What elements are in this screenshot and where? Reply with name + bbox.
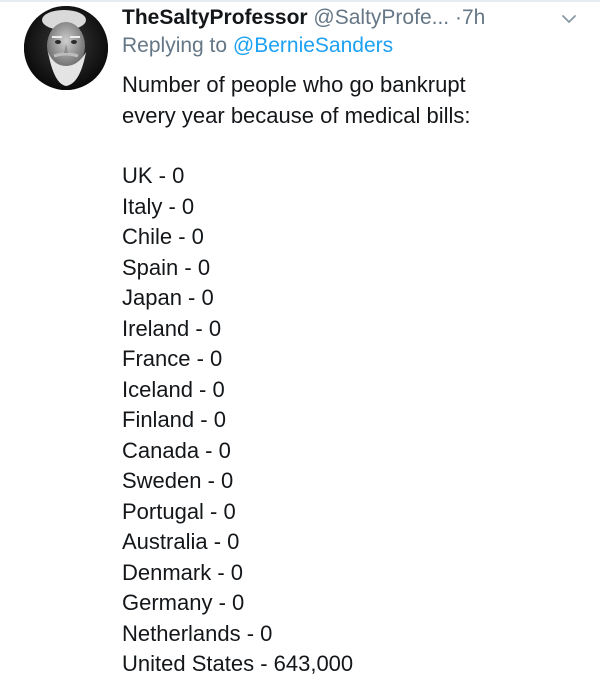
list-item: United States - 643,000 [122,651,354,676]
list-item: Sweden - 0 [122,468,234,493]
list-item: Iceland - 0 [122,376,225,402]
list-item: Ireland - 0 [122,315,222,341]
display-name[interactable]: TheSaltyProfessor [122,6,308,29]
intro-line-2: every year because of medical bills: [122,102,471,128]
list-item: Germany - 0 [122,590,245,615]
list-item: Japan - 0 [122,285,214,310]
tweet-intro: Number of people who go bankrupt every y… [122,70,582,131]
country-list: UK - 0 Italy - 0 Chile - 0 Spain - 0 Japan -… [122,161,582,680]
avatar[interactable] [24,6,108,90]
list-item: Denmark - 0 [122,559,244,585]
chevron-down-icon[interactable] [560,10,578,28]
replying-to-line: Replying to @BernieSanders [122,32,393,60]
separator-dot: · [454,6,462,29]
list-item: Canada - 0 [122,437,231,463]
tweet-header: TheSaltyProfessor @SaltyProfe... ·7h [122,4,580,34]
tweet: TheSaltyProfessor @SaltyProfe... ·7h Rep… [0,0,600,693]
replying-prefix: Replying to [122,34,233,57]
tweet-text: Number of people who go bankrupt every y… [122,70,582,680]
list-item: UK - 0 [122,163,185,188]
list-item: Finland - 0 [122,407,226,432]
mention-link[interactable]: @BernieSanders [233,34,393,57]
intro-line-1: Number of people who go bankrupt [122,72,466,97]
avatar-image [24,6,108,90]
list-item: France - 0 [122,346,223,371]
user-handle[interactable]: @SaltyProfe... [313,6,449,29]
list-item: Spain - 0 [122,254,211,280]
list-item: Portugal - 0 [122,498,236,524]
list-item: Italy - 0 [122,193,195,219]
timestamp[interactable]: 7h [462,6,485,29]
list-item: Chile - 0 [122,224,204,249]
list-item: Netherlands - 0 [122,620,273,646]
list-item: Australia - 0 [122,529,240,554]
